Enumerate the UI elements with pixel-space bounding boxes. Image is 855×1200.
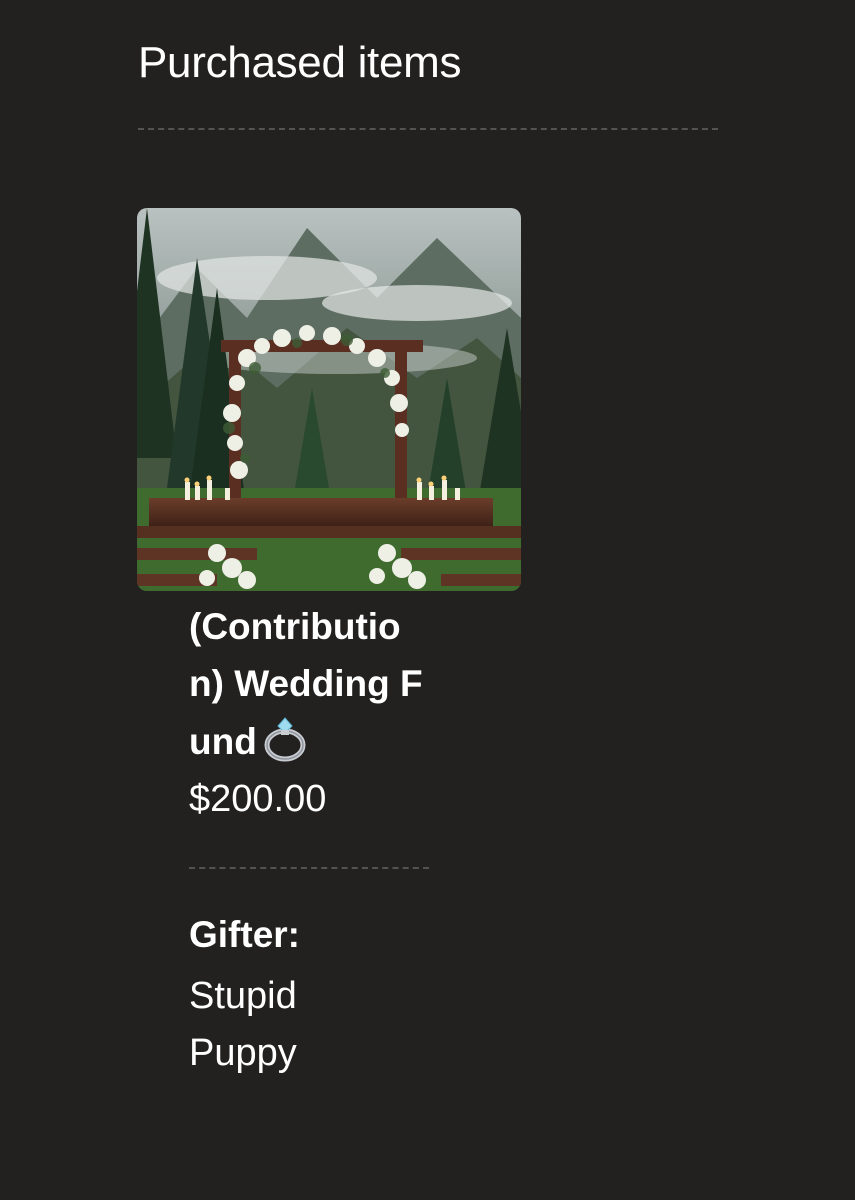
item-name[interactable]: (Contribution) Wedding Fund xyxy=(189,598,434,770)
item-image[interactable] xyxy=(137,208,521,591)
ring-icon xyxy=(264,717,306,762)
item-price: $200.00 xyxy=(189,778,327,820)
gifter-label: Gifter: xyxy=(189,914,300,955)
divider xyxy=(189,867,429,869)
gifter-name: Stupid Puppy xyxy=(189,975,297,1074)
purchased-items-page: Purchased items (Contribution) Wedding F… xyxy=(0,0,855,1200)
divider xyxy=(138,128,718,130)
page-title: Purchased items xyxy=(138,38,462,87)
wedding-arch-photo xyxy=(137,208,521,591)
